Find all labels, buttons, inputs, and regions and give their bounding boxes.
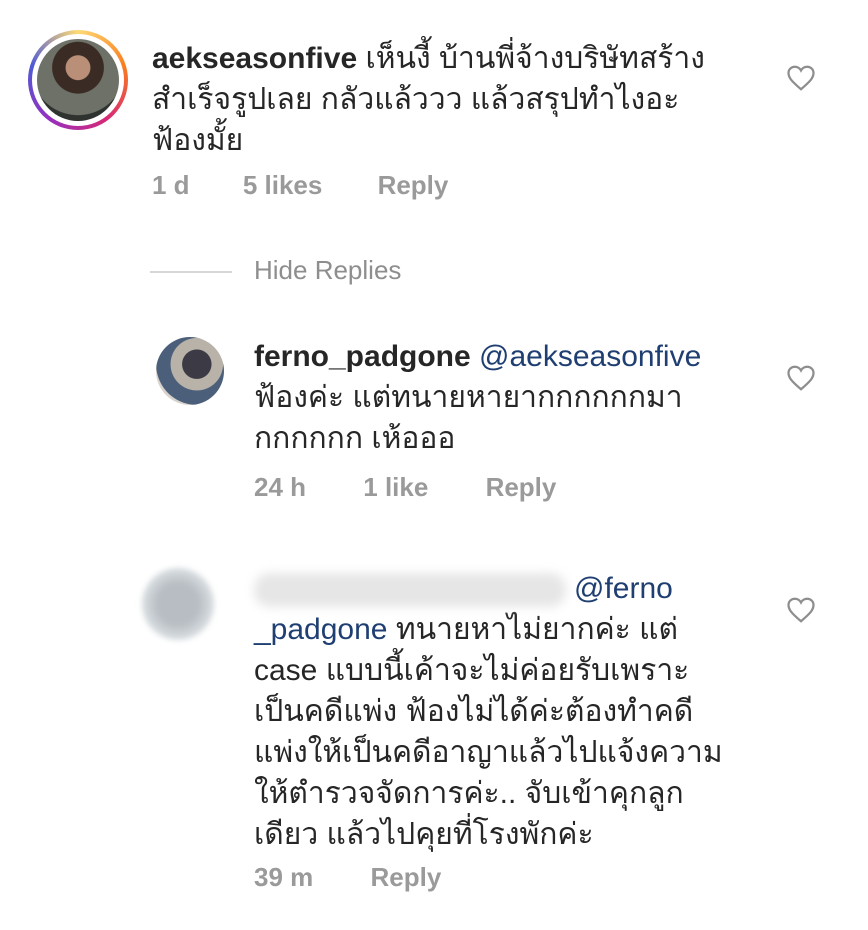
reply-line: เดียว แล้วไปคุยที่โรงพักค่ะ bbox=[254, 818, 594, 851]
blurred-username bbox=[254, 573, 566, 608]
comment-line: เห็นงี้ บ้านพี่จ้างบริษัทสร้าง bbox=[365, 42, 705, 75]
mention-link[interactable]: @aekseasonfive bbox=[479, 340, 701, 373]
heart-icon[interactable] bbox=[786, 364, 816, 392]
reply-button[interactable]: Reply bbox=[486, 472, 557, 503]
hide-replies-label: Hide Replies bbox=[254, 255, 402, 285]
likes-count[interactable]: 5 likes bbox=[243, 170, 323, 201]
comment-meta: 1 d 5 likes Reply bbox=[152, 170, 448, 201]
reply-line: case แบบนี้เค้าจะไม่ค่อยรับเพราะ bbox=[254, 654, 690, 687]
heart-icon[interactable] bbox=[786, 596, 816, 624]
comment-text: aekseasonfive เห็นงี้ บ้านพี่จ้างบริษัทส… bbox=[152, 38, 705, 161]
reply-time: 39 m bbox=[254, 862, 314, 892]
reply-line: ให้ตำรวจจัดการค่ะ.. จับเข้าคุกลูก bbox=[254, 777, 684, 810]
reply-line: ทนายหาไม่ยากค่ะ แต่ bbox=[395, 613, 678, 646]
hide-replies-button[interactable]: Hide Replies bbox=[150, 255, 401, 286]
comment-username[interactable]: aekseasonfive bbox=[152, 42, 357, 75]
reply-button[interactable]: Reply bbox=[378, 170, 449, 201]
avatar[interactable] bbox=[28, 30, 128, 130]
mention-link[interactable]: @ferno bbox=[574, 572, 673, 605]
comment-line: ฟ้องมั้ย bbox=[152, 124, 244, 157]
reply-time: 24 h bbox=[254, 472, 307, 502]
reply-text: @ferno _padgone ทนายหาไม่ยากค่ะ แต่ case… bbox=[254, 568, 723, 855]
reply-text: ferno_padgone @aekseasonfive ฟ้องค่ะ แต่… bbox=[254, 336, 701, 459]
likes-count[interactable]: 1 like bbox=[363, 472, 428, 503]
reply-meta: 24 h 1 like Reply bbox=[254, 472, 556, 503]
reply-meta: 39 m Reply bbox=[254, 862, 441, 893]
comment-line: สำเร็จรูปเลย กลัวแล้ววว แล้วสรุปทำไงอะ bbox=[152, 83, 680, 116]
comment-time: 1 d bbox=[152, 170, 190, 200]
divider bbox=[150, 271, 232, 274]
mention-link[interactable]: _padgone bbox=[254, 613, 387, 646]
avatar-photo bbox=[37, 39, 119, 121]
reply-line: ฟ้องค่ะ แต่ทนายหายากกกกกกมา bbox=[254, 381, 683, 414]
reply-username[interactable]: ferno_padgone bbox=[254, 340, 471, 373]
reply-line: แพ่งให้เป็นคดีอาญาแล้วไปแจ้งความ bbox=[254, 736, 723, 769]
avatar[interactable] bbox=[156, 337, 224, 405]
blurred-avatar[interactable] bbox=[142, 568, 214, 640]
reply-line: กกกกกก เห้อออ bbox=[254, 422, 456, 455]
heart-icon[interactable] bbox=[786, 64, 816, 92]
reply-button[interactable]: Reply bbox=[371, 862, 442, 893]
reply-line: เป็นคดีแพ่ง ฟ้องไม่ได้ค่ะต้องทำคดี bbox=[254, 695, 694, 728]
